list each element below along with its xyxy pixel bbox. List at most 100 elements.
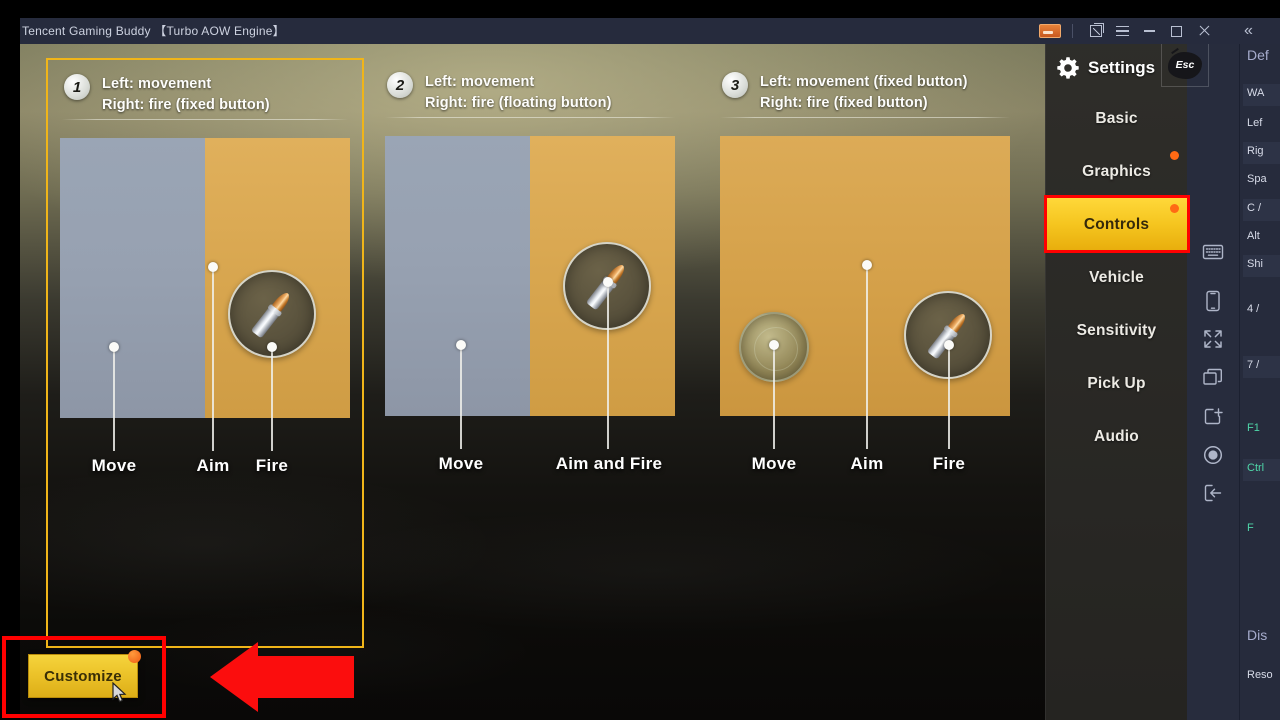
- card-3-pointer-move: [769, 340, 779, 449]
- settings-item-basic[interactable]: Basic: [1046, 92, 1187, 145]
- hamburger-menu-icon[interactable]: [1109, 18, 1136, 44]
- key-row[interactable]: Shi: [1243, 255, 1280, 277]
- card-1-pointer-move: [109, 342, 119, 451]
- key-row[interactable]: F: [1243, 519, 1280, 541]
- card-2-number: 2: [387, 72, 413, 98]
- key-row[interactable]: Rig: [1243, 142, 1280, 164]
- card-3-header: 3 Left: movement (fixed button) Right: f…: [706, 58, 1024, 120]
- record-icon[interactable]: [1201, 443, 1225, 467]
- settings-item-graphics[interactable]: Graphics: [1046, 145, 1187, 198]
- settings-title: Settings: [1088, 58, 1156, 77]
- card-1-pointer-aim: [208, 262, 218, 451]
- key-row[interactable]: C /: [1243, 199, 1280, 221]
- key-label: 7 /: [1247, 359, 1260, 371]
- settings-item-audio-label: Audio: [1094, 427, 1139, 445]
- key-row[interactable]: Lef: [1243, 114, 1280, 136]
- key-label: C /: [1247, 202, 1262, 214]
- red-pointer-arrow: [208, 640, 354, 714]
- esc-button[interactable]: Esc: [1161, 43, 1209, 87]
- tool-rail: [1187, 44, 1239, 720]
- controls-badge-dot: [1170, 204, 1179, 213]
- card-1-movement-area: [60, 138, 205, 418]
- titlebar-left-pad: [0, 18, 20, 44]
- card-3-pointer-aim: [862, 260, 872, 449]
- settings-item-controls[interactable]: Controls: [1044, 195, 1190, 253]
- card-3-label-fire: Fire: [932, 454, 966, 473]
- card-2-pointer-move: [456, 340, 466, 449]
- card-1-line1: Left: movement: [102, 76, 212, 92]
- key-row[interactable]: Alt: [1243, 227, 1280, 249]
- phone-icon[interactable]: [1201, 289, 1225, 313]
- card-2-header: 2 Left: movement Right: fire (floating b…: [371, 58, 689, 120]
- card-1-label-fire: Fire: [255, 456, 289, 475]
- settings-item-sensitivity[interactable]: Sensitivity: [1046, 304, 1187, 357]
- key-mapping-panel: Def WA Lef Rig Spa C / Alt Shi 4 / 7 / F…: [1239, 44, 1280, 720]
- settings-panel: Settings Esc Basic Graphics Controls Veh…: [1044, 43, 1209, 720]
- settings-item-pickup[interactable]: Pick Up: [1046, 357, 1187, 410]
- far-section-display: Dis: [1247, 627, 1268, 643]
- settings-item-vehicle[interactable]: Vehicle: [1046, 251, 1187, 304]
- collapse-panel-icon[interactable]: «: [1235, 18, 1262, 44]
- card-1-preview: Move Aim Fire: [60, 138, 350, 475]
- far-sub-resolution[interactable]: Reso: [1243, 666, 1280, 688]
- titlebar-controls: «: [1036, 18, 1280, 44]
- control-mode-cards: 1 Left: movement Right: fire (fixed butt…: [26, 58, 1040, 648]
- key-row[interactable]: 7 /: [1243, 356, 1280, 378]
- fullscreen-icon[interactable]: [1201, 327, 1225, 351]
- card-2-description: Left: movement Right: fire (floating but…: [425, 66, 689, 114]
- card-1-line2: Right: fire (fixed button): [102, 97, 270, 113]
- titlebar-spacer-2: [1262, 18, 1280, 44]
- card-2-label-move: Move: [438, 454, 484, 473]
- key-label: Spa: [1247, 173, 1267, 185]
- settings-item-controls-label: Controls: [1083, 215, 1150, 233]
- settings-item-sensitivity-label: Sensitivity: [1076, 321, 1157, 339]
- key-label: Rig: [1247, 145, 1264, 157]
- minimize-icon[interactable]: [1136, 18, 1163, 44]
- exit-icon[interactable]: [1201, 481, 1225, 505]
- settings-item-basic-label: Basic: [1095, 109, 1138, 127]
- key-row[interactable]: F1: [1243, 419, 1280, 441]
- close-icon[interactable]: [1190, 18, 1217, 44]
- key-label: F1: [1247, 422, 1260, 434]
- new-window-icon[interactable]: [1201, 404, 1225, 428]
- gear-icon: [1056, 56, 1080, 80]
- app-root: Tencent Gaming Buddy 【Turbo AOW Engine】 …: [0, 0, 1280, 720]
- customize-button-label: Customize: [44, 667, 122, 685]
- key-row[interactable]: Ctrl: [1243, 459, 1280, 481]
- title-bar: Tencent Gaming Buddy 【Turbo AOW Engine】 …: [0, 18, 1280, 44]
- card-1-label-aim: Aim: [196, 456, 230, 475]
- key-label: Lef: [1247, 117, 1263, 129]
- multi-window-icon[interactable]: [1201, 366, 1225, 390]
- customize-badge-dot: [128, 650, 141, 663]
- key-label: F: [1247, 522, 1254, 534]
- far-panel-divider: [1239, 44, 1240, 720]
- key-row[interactable]: Spa: [1243, 170, 1280, 192]
- key-label: WA: [1247, 87, 1265, 99]
- titlebar-divider: [1072, 24, 1073, 38]
- maximize-icon[interactable]: [1163, 18, 1190, 44]
- card-1-divider: [62, 119, 348, 120]
- card-1-pointer-fire: [267, 342, 277, 451]
- mouse-cursor: [112, 682, 128, 704]
- card-3-line1: Left: movement (fixed button): [760, 74, 968, 90]
- key-row[interactable]: 4 /: [1243, 300, 1280, 322]
- settings-item-audio[interactable]: Audio: [1046, 410, 1187, 463]
- settings-item-pickup-label: Pick Up: [1087, 374, 1146, 392]
- card-2-line1: Left: movement: [425, 74, 535, 90]
- control-mode-card-2[interactable]: 2 Left: movement Right: fire (floating b…: [371, 58, 689, 648]
- keyboard-icon[interactable]: [1201, 240, 1225, 264]
- banner-card-icon[interactable]: [1036, 18, 1063, 44]
- control-mode-card-3[interactable]: 3 Left: movement (fixed button) Right: f…: [706, 58, 1024, 648]
- titlebar-spacer: [1217, 18, 1235, 44]
- card-2-label-aim-and-fire: Aim and Fire: [555, 454, 663, 473]
- control-mode-card-1[interactable]: 1 Left: movement Right: fire (fixed butt…: [46, 58, 364, 648]
- card-2-movement-area: [385, 136, 530, 416]
- card-3-label-move: Move: [751, 454, 797, 473]
- card-1-header: 1 Left: movement Right: fire (fixed butt…: [48, 60, 362, 122]
- key-label: Shi: [1247, 258, 1263, 270]
- popout-window-icon[interactable]: [1082, 18, 1109, 44]
- key-label: 4 /: [1247, 303, 1260, 315]
- card-2-pointer-aimfire: [603, 277, 613, 449]
- card-3-divider: [720, 117, 1010, 118]
- key-row[interactable]: WA: [1243, 84, 1280, 106]
